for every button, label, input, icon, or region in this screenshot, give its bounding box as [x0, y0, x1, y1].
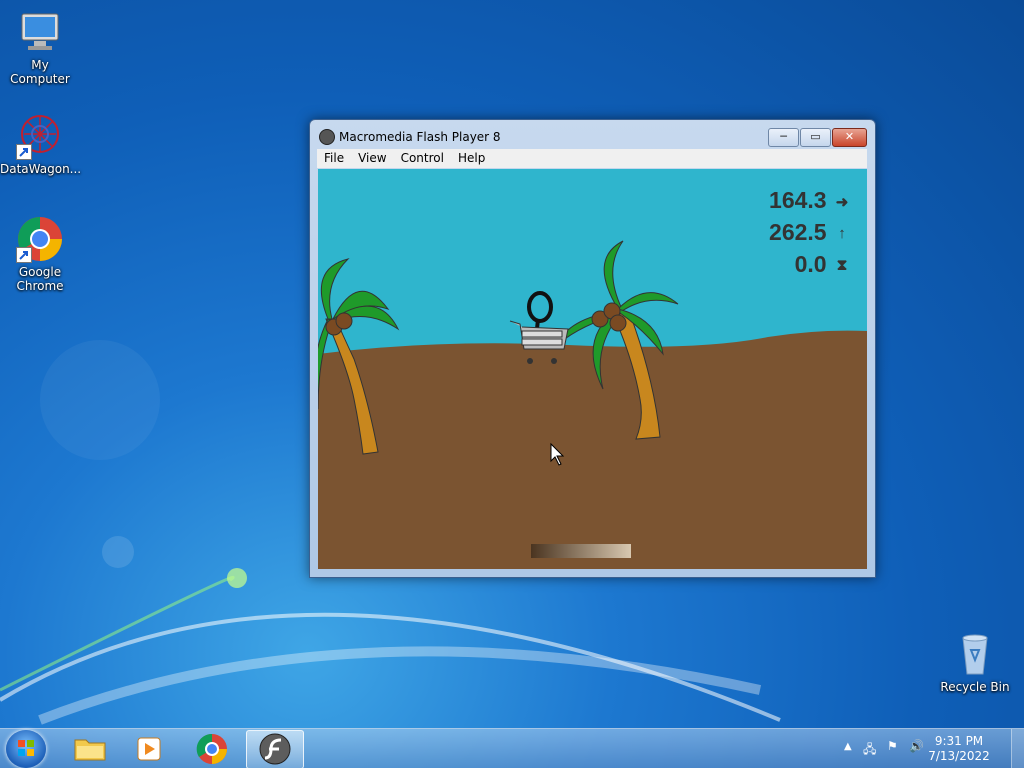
datawagon-icon [16, 112, 64, 160]
media-player-icon [137, 737, 161, 761]
arrow-right-icon: ➜ [835, 193, 849, 211]
system-tray: ▲ 🖧 ⚑ 🔊 9:31 PM 7/13/2022 [839, 729, 1024, 768]
time-stat: 0.0 ⧗ [795, 251, 851, 278]
start-button[interactable] [6, 730, 46, 768]
volume-icon[interactable]: 🔊 [909, 739, 924, 753]
taskbar-chrome[interactable] [184, 730, 240, 767]
menu-help[interactable]: Help [451, 149, 492, 168]
menu-file[interactable]: File [317, 149, 351, 168]
close-button[interactable]: ✕ [832, 128, 867, 147]
ground [318, 330, 867, 569]
show-desktop-button[interactable] [1011, 729, 1024, 768]
desktop-icon-label: Google Chrome [16, 265, 64, 293]
clock-date: 7/13/2022 [928, 749, 990, 763]
windows-logo-icon [18, 740, 34, 756]
taskbar: ▲ 🖧 ⚑ 🔊 9:31 PM 7/13/2022 [0, 728, 1024, 768]
height-stat: 262.5 ↑ [769, 219, 851, 246]
maximize-button[interactable]: ▭ [800, 128, 831, 147]
desktop-icon-datawagon[interactable]: DataWagon... [0, 112, 82, 176]
folder-icon [74, 739, 106, 761]
desktop-icon-recycle-bin[interactable]: Recycle Bin [935, 630, 1015, 694]
taskbar-media-player[interactable] [122, 730, 178, 767]
clock[interactable]: 9:31 PM 7/13/2022 [924, 734, 994, 764]
desktop-icon-my-computer[interactable]: My Computer [0, 8, 80, 86]
flash-game-stage[interactable]: 164.3 ➜ 262.5 ↑ 0.0 ⧗ [318, 169, 867, 569]
flash-player-window[interactable]: Macromedia Flash Player 8 ─ ▭ ✕ File View… [309, 119, 876, 578]
computer-icon [16, 8, 64, 56]
window-title: Macromedia Flash Player 8 [339, 130, 501, 144]
desktop-icon-label: Recycle Bin [940, 680, 1010, 694]
arrow-up-icon: ↑ [838, 225, 846, 243]
menu-control[interactable]: Control [394, 149, 451, 168]
distance-stat: 164.3 ➜ [769, 187, 851, 214]
flash-icon [259, 733, 291, 765]
network-icon[interactable]: 🖧 [863, 740, 876, 761]
clock-time: 9:31 PM [934, 734, 984, 748]
chrome-icon [196, 733, 227, 764]
shortcut-arrow-icon [16, 247, 32, 263]
menu-bar: File View Control Help [317, 149, 867, 168]
desktop-icon-label: My Computer [10, 58, 70, 86]
title-bar[interactable]: Macromedia Flash Player 8 ─ ▭ ✕ [310, 120, 875, 150]
action-center-flag-icon[interactable]: ⚑ [887, 739, 898, 753]
recycle-bin-icon [951, 630, 999, 678]
menu-view[interactable]: View [351, 149, 393, 168]
taskbar-flash-player[interactable] [246, 730, 304, 768]
chrome-icon [16, 215, 64, 263]
hourglass-icon: ⧗ [836, 257, 848, 275]
power-bar [531, 544, 631, 558]
taskbar-file-explorer[interactable] [62, 730, 118, 767]
minimize-button[interactable]: ─ [768, 128, 799, 147]
show-hidden-icons-icon[interactable]: ▲ [844, 741, 852, 752]
flash-app-icon [319, 129, 335, 145]
shortcut-arrow-icon [16, 144, 32, 160]
desktop-icon-label: DataWagon... [0, 162, 82, 176]
desktop-icon-chrome[interactable]: Google Chrome [0, 215, 80, 293]
